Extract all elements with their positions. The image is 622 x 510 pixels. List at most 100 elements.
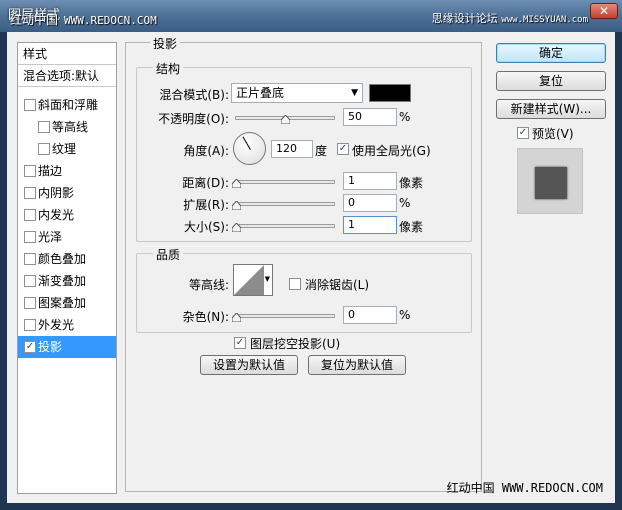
size-thumb[interactable]	[232, 223, 241, 232]
blend-mode-label: 混合模式(B):	[159, 88, 229, 102]
sidebar-item-checkbox[interactable]: ✓	[24, 341, 36, 353]
angle-dial-hand	[242, 136, 251, 150]
title-bar: 图层样式 红动中国 WWW.REDOCN.COM 思缘设计论坛 www.MISSY…	[0, 0, 622, 32]
watermark-top: 红动中国 WWW.REDOCN.COM	[10, 11, 157, 28]
contour-label: 等高线:	[188, 278, 229, 292]
contour-preview-icon	[234, 265, 264, 295]
noise-input[interactable]: 0	[343, 306, 397, 324]
distance-input[interactable]: 1	[343, 172, 397, 190]
checkmark-icon: ✓	[518, 127, 528, 138]
sidebar-item-checkbox[interactable]	[38, 143, 50, 155]
sidebar-item-label: 内阴影	[38, 186, 75, 200]
size-slider[interactable]	[232, 220, 335, 232]
checkmark-icon: ✓	[338, 143, 348, 154]
watermark-top-text: 红动中国	[10, 13, 59, 27]
close-icon: ✕	[598, 4, 610, 18]
size-input[interactable]: 1	[343, 216, 397, 234]
checkmark-icon: ✓	[25, 341, 35, 352]
sidebar-item-checkbox[interactable]	[24, 297, 36, 309]
knockout-checkbox[interactable]: ✓	[234, 337, 246, 349]
spread-thumb[interactable]	[232, 201, 241, 210]
sidebar-item-checkbox[interactable]	[24, 209, 36, 221]
sidebar-item-label: 纹理	[52, 142, 77, 156]
ok-button[interactable]: 确定	[496, 43, 606, 63]
distance-track	[235, 180, 335, 184]
watermark-right-text: 思缘设计论坛	[431, 12, 498, 25]
sidebar-item[interactable]: 图案叠加	[18, 292, 116, 314]
sidebar-item[interactable]: 纹理	[18, 138, 116, 160]
sidebar-item-checkbox[interactable]	[38, 121, 50, 133]
watermark-top-url: WWW.REDOCN.COM	[64, 14, 157, 27]
sidebar-item-checkbox[interactable]	[24, 275, 36, 287]
quality-title: 品质	[153, 246, 184, 263]
footer-watermark: 红动中国 WWW.REDOCN.COM	[447, 479, 603, 496]
reset-button[interactable]: 复位	[496, 71, 606, 91]
sidebar-item[interactable]: 颜色叠加	[18, 248, 116, 270]
sidebar-item[interactable]: 等高线	[18, 116, 116, 138]
distance-label: 距离(D):	[182, 176, 229, 190]
noise-thumb[interactable]	[232, 313, 241, 322]
sidebar-item[interactable]: 内阴影	[18, 182, 116, 204]
shadow-color-swatch[interactable]	[369, 84, 411, 102]
structure-title: 结构	[153, 60, 184, 77]
global-light-checkbox[interactable]: ✓	[337, 143, 349, 155]
opacity-thumb[interactable]	[280, 115, 290, 124]
sidebar-item-checkbox[interactable]	[24, 165, 36, 177]
opacity-label: 不透明度(O):	[158, 112, 229, 126]
watermark-right-url: www.MISSYUAN.com	[501, 15, 588, 25]
chevron-down-icon: ▼	[351, 88, 358, 98]
size-label: 大小(S):	[183, 220, 229, 234]
sidebar-item[interactable]: 光泽	[18, 226, 116, 248]
contour-picker[interactable]: ▼	[233, 264, 273, 296]
sidebar-item-checkbox[interactable]	[24, 253, 36, 265]
quality-group: 品质 等高线: ▼ 消除锯齿(L) 杂色(N): 0 %	[136, 246, 472, 333]
blend-mode-value: 正片叠底	[236, 86, 285, 100]
sidebar-item-checkbox[interactable]	[24, 231, 36, 243]
angle-dial[interactable]	[233, 132, 266, 165]
sidebar-item-label: 内发光	[38, 208, 75, 222]
preview-checkbox[interactable]: ✓	[517, 127, 529, 139]
spread-input[interactable]: 0	[343, 194, 397, 212]
panel-title: 投影	[150, 35, 181, 52]
sidebar-item-checkbox[interactable]	[24, 99, 36, 111]
distance-unit: 像素	[399, 176, 424, 190]
styles-header[interactable]: 样式	[18, 43, 116, 65]
style-preview-swatch	[535, 167, 567, 199]
antialias-checkbox[interactable]	[289, 278, 301, 290]
distance-slider[interactable]	[232, 176, 335, 188]
sidebar-item-label: 外发光	[38, 318, 75, 332]
close-button[interactable]: ✕	[590, 3, 618, 19]
opacity-slider[interactable]	[235, 112, 335, 124]
blend-mode-select[interactable]: 正片叠底 ▼	[231, 83, 363, 103]
sidebar-item[interactable]: 描边	[18, 160, 116, 182]
distance-thumb[interactable]	[232, 179, 241, 188]
opacity-input[interactable]: 50	[343, 108, 397, 126]
spread-slider[interactable]	[232, 198, 335, 210]
dialog-client: 样式 混合选项:默认 斜面和浮雕等高线纹理描边内阴影内发光光泽颜色叠加渐变叠加图…	[7, 32, 615, 503]
style-preview	[517, 148, 583, 214]
styles-header-label: 样式	[23, 47, 48, 61]
sidebar-item-label: 颜色叠加	[38, 252, 87, 266]
size-track	[235, 224, 335, 228]
angle-input[interactable]: 120	[271, 140, 313, 158]
sidebar-item-label: 斜面和浮雕	[38, 98, 99, 112]
sidebar-item-checkbox[interactable]	[24, 319, 36, 331]
noise-slider[interactable]	[232, 310, 335, 322]
sidebar-item-checkbox[interactable]	[24, 187, 36, 199]
drop-shadow-panel: 投影 结构 混合模式(B): 正片叠底 ▼ 不透明度(O): 50 % 角度(A…	[125, 35, 482, 492]
spread-unit: %	[399, 196, 411, 210]
new-style-button[interactable]: 新建样式(W)...	[496, 99, 606, 119]
sidebar-item-label: 渐变叠加	[38, 274, 87, 288]
sidebar-item[interactable]: 斜面和浮雕	[18, 94, 116, 116]
set-default-button[interactable]: 设置为默认值	[200, 355, 298, 375]
blend-options-header[interactable]: 混合选项:默认	[18, 65, 116, 87]
reset-default-button[interactable]: 复位为默认值	[308, 355, 406, 375]
sidebar-item[interactable]: 外发光	[18, 314, 116, 336]
structure-group: 结构 混合模式(B): 正片叠底 ▼ 不透明度(O): 50 % 角度(A): …	[136, 60, 472, 242]
angle-unit: 度	[315, 144, 328, 158]
sidebar-item[interactable]: 渐变叠加	[18, 270, 116, 292]
spread-label: 扩展(R):	[183, 198, 229, 212]
spread-track	[235, 202, 335, 206]
sidebar-item[interactable]: 内发光	[18, 204, 116, 226]
sidebar-item[interactable]: ✓ 投影	[18, 336, 116, 358]
